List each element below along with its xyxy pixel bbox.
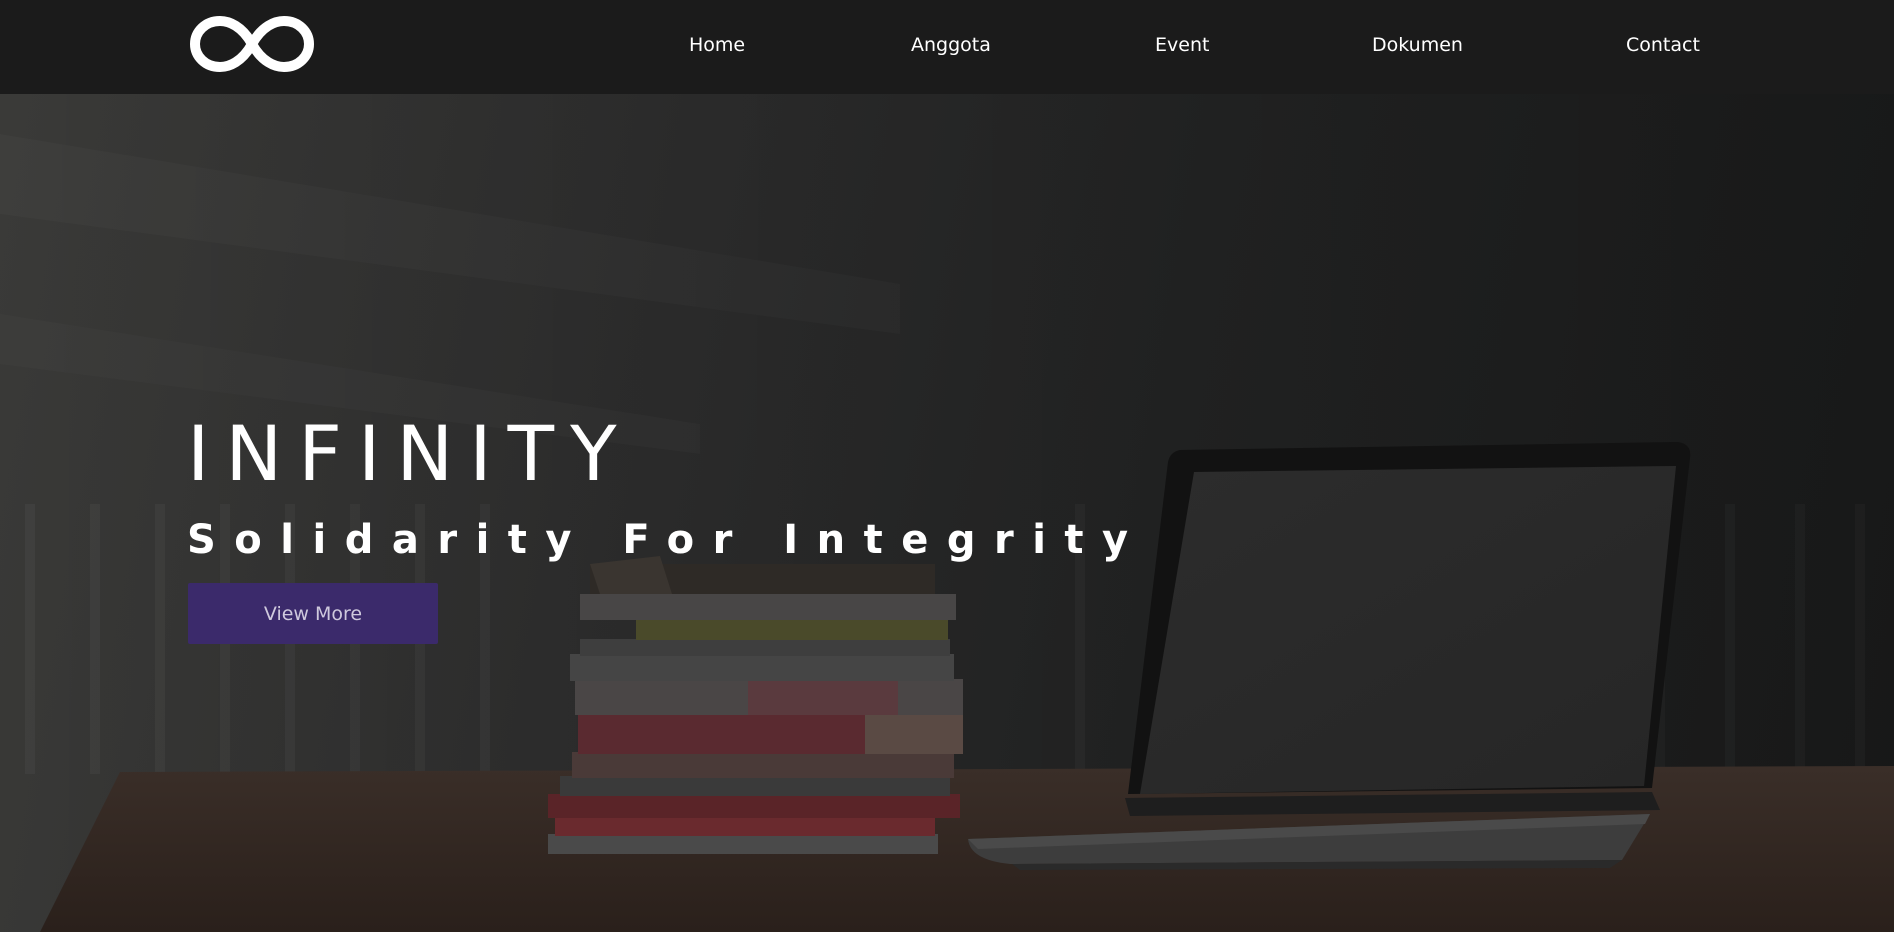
nav-home-link[interactable]: Home bbox=[689, 30, 745, 60]
navbar: Home Anggota Event Dokumen Contact bbox=[0, 0, 1894, 94]
hero-subtitle: Solidarity For Integrity bbox=[187, 517, 1147, 563]
hero-section: INFINITY Solidarity For Integrity View M… bbox=[0, 94, 1894, 932]
nav-event-link[interactable]: Event bbox=[1155, 30, 1209, 60]
nav-anggota-link[interactable]: Anggota bbox=[911, 30, 991, 60]
view-more-button[interactable]: View More bbox=[188, 583, 438, 644]
nav-contact-link[interactable]: Contact bbox=[1626, 30, 1700, 60]
nav-dokumen-link[interactable]: Dokumen bbox=[1372, 30, 1463, 60]
infinity-icon[interactable] bbox=[187, 14, 317, 74]
page: Home Anggota Event Dokumen Contact INFIN… bbox=[0, 0, 1894, 932]
hero-title: INFINITY bbox=[187, 409, 633, 498]
hero-background-image bbox=[0, 94, 1894, 932]
